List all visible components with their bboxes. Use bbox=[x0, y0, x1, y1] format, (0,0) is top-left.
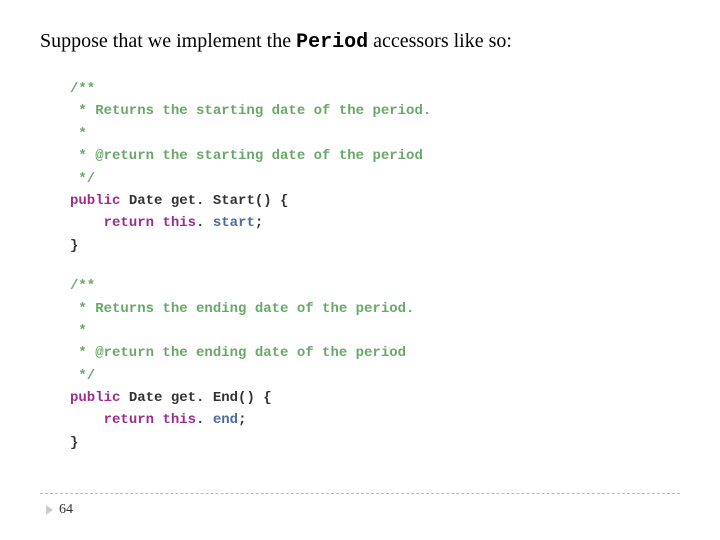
divider-line bbox=[40, 493, 680, 494]
keyword-public: public bbox=[70, 193, 120, 209]
comment-line: * bbox=[70, 320, 680, 342]
comment-line: * @return the starting date of the perio… bbox=[70, 145, 680, 167]
return-line: return this. end; bbox=[70, 409, 680, 431]
method-signature: public Date get. Start() { bbox=[70, 190, 680, 212]
dot: . bbox=[196, 215, 213, 231]
code-block-getend: /** * Returns the ending date of the per… bbox=[70, 275, 680, 454]
comment-line: */ bbox=[70, 365, 680, 387]
type-date: Date bbox=[129, 193, 163, 209]
page-number-container: 64 bbox=[46, 502, 73, 518]
comment-line: /** bbox=[70, 275, 680, 297]
comment-line: * Returns the starting date of the perio… bbox=[70, 100, 680, 122]
dot: . bbox=[196, 412, 213, 428]
heading-mono: Period bbox=[296, 31, 368, 54]
code-block-getstart: /** * Returns the starting date of the p… bbox=[70, 78, 680, 257]
keyword-return: return bbox=[104, 215, 154, 231]
comment-line: * Returns the ending date of the period. bbox=[70, 298, 680, 320]
heading-post: accessors like so: bbox=[368, 30, 512, 52]
keyword-public: public bbox=[70, 390, 120, 406]
comment-line: * @return the ending date of the period bbox=[70, 342, 680, 364]
slide-footer: 64 bbox=[0, 493, 720, 520]
close-brace: } bbox=[70, 432, 680, 454]
page-number: 64 bbox=[59, 502, 73, 518]
semicolon: ; bbox=[238, 412, 246, 428]
method-signature: public Date get. End() { bbox=[70, 387, 680, 409]
field-end: end bbox=[213, 412, 238, 428]
method-name: get. Start() { bbox=[171, 193, 289, 209]
comment-line: */ bbox=[70, 168, 680, 190]
close-brace: } bbox=[70, 235, 680, 257]
slide-heading: Suppose that we implement the Period acc… bbox=[40, 30, 680, 54]
type-date: Date bbox=[129, 390, 163, 406]
triangle-icon bbox=[46, 505, 53, 515]
comment-line: * bbox=[70, 123, 680, 145]
return-line: return this. start; bbox=[70, 212, 680, 234]
comment-line: /** bbox=[70, 78, 680, 100]
keyword-this: this bbox=[162, 215, 196, 231]
semicolon: ; bbox=[255, 215, 263, 231]
keyword-return: return bbox=[104, 412, 154, 428]
method-name: get. End() { bbox=[171, 390, 272, 406]
keyword-this: this bbox=[162, 412, 196, 428]
heading-pre: Suppose that we implement the bbox=[40, 30, 296, 52]
field-start: start bbox=[213, 215, 255, 231]
